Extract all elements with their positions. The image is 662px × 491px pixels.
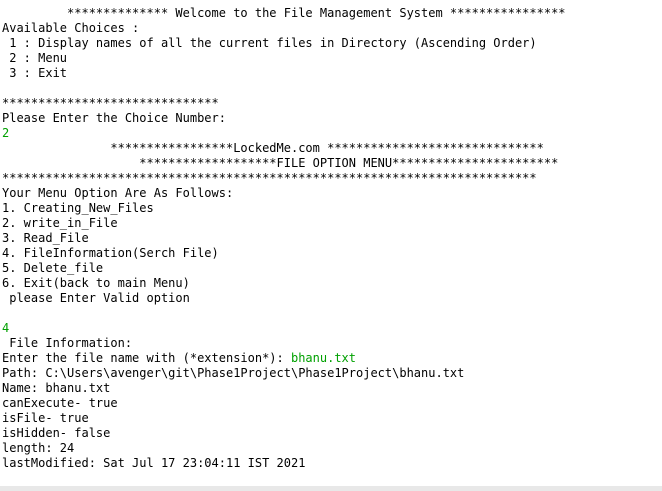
- console-text: 6. Exit(back to main Menu): [2, 276, 190, 290]
- console-line: ****************************************…: [2, 171, 537, 186]
- console-line: 3 : Exit: [2, 66, 67, 81]
- console-line: File Information:: [2, 336, 132, 351]
- console-text: 1. Creating_New_Files: [2, 201, 154, 215]
- console-text: ************** Welcome to the File Manag…: [2, 6, 566, 20]
- console-line: Your Menu Option Are As Follows:: [2, 186, 233, 201]
- console-line: Enter the file name with (*extension*): …: [2, 351, 356, 366]
- console-line: Path: C:\Users\avenger\git\Phase1Project…: [2, 366, 464, 381]
- console-line: 4. FileInformation(Serch File): [2, 246, 219, 261]
- console-text: isFile- true: [2, 411, 89, 425]
- user-input-text: bhanu.txt: [290, 351, 357, 365]
- console-line: 1 : Display names of all the current fil…: [2, 36, 537, 51]
- console-line: 6. Exit(back to main Menu): [2, 276, 190, 291]
- console-line: 3. Read_File: [2, 231, 89, 246]
- horizontal-scrollbar[interactable]: [0, 486, 662, 491]
- console-text: ****************************************…: [2, 171, 537, 185]
- console-line: 2 : Menu: [2, 51, 67, 66]
- console-text: ******************************: [2, 96, 219, 110]
- console-line: Please Enter the Choice Number:: [2, 111, 226, 126]
- console-text: 1 : Display names of all the current fil…: [2, 36, 537, 50]
- console-line: please Enter Valid option: [2, 291, 190, 306]
- console-line: 5. Delete_file: [2, 261, 103, 276]
- console-text: Please Enter the Choice Number:: [2, 111, 226, 125]
- console-line: 4: [2, 321, 9, 336]
- console-line: isHidden- false: [2, 426, 110, 441]
- console-text: isHidden- false: [2, 426, 111, 440]
- console-text: please Enter Valid option: [2, 291, 190, 305]
- console-line: 1. Creating_New_Files: [2, 201, 154, 216]
- console-text: Available Choices :: [2, 21, 140, 35]
- console-line: Available Choices :: [2, 21, 139, 36]
- console-text: 2 : Menu: [2, 51, 68, 65]
- console-line: ******************************: [2, 96, 219, 111]
- console-text: 5. Delete_file: [2, 261, 104, 275]
- user-input-text: 4: [2, 321, 10, 335]
- console-text: 3. Read_File: [2, 231, 89, 245]
- console-line: isFile- true: [2, 411, 89, 426]
- console-text: Enter the file name with (*extension*):: [2, 351, 291, 365]
- console-line: ************** Welcome to the File Manag…: [2, 6, 566, 21]
- console-text: Your Menu Option Are As Follows:: [2, 186, 234, 200]
- console-text: *****************LockedMe.com **********…: [2, 141, 544, 155]
- console-line: canExecute- true: [2, 396, 118, 411]
- console-text: 3 : Exit: [2, 66, 68, 80]
- console-output[interactable]: ************** Welcome to the File Manag…: [0, 0, 662, 486]
- console-line: *****************LockedMe.com **********…: [2, 141, 544, 156]
- console-line: Name: bhanu.txt: [2, 381, 110, 396]
- console-text: 4. FileInformation(Serch File): [2, 246, 219, 260]
- console-text: *******************FILE OPTION MENU*****…: [2, 156, 559, 170]
- console-text: Name: bhanu.txt: [2, 381, 111, 395]
- console-text: Path: C:\Users\avenger\git\Phase1Project…: [2, 366, 465, 380]
- user-input-text: 2: [2, 126, 10, 140]
- console-line: *******************FILE OPTION MENU*****…: [2, 156, 558, 171]
- console-line: 2. write_in_File: [2, 216, 118, 231]
- console-text: lastModified: Sat Jul 17 23:04:11 IST 20…: [2, 456, 306, 470]
- console-text: File Information:: [2, 336, 133, 350]
- console-text: canExecute- true: [2, 396, 118, 410]
- console-line: lastModified: Sat Jul 17 23:04:11 IST 20…: [2, 456, 305, 471]
- console-text: length: 24: [2, 441, 75, 455]
- console-line: length: 24: [2, 441, 74, 456]
- console-line: 2: [2, 126, 9, 141]
- console-text: 2. write_in_File: [2, 216, 118, 230]
